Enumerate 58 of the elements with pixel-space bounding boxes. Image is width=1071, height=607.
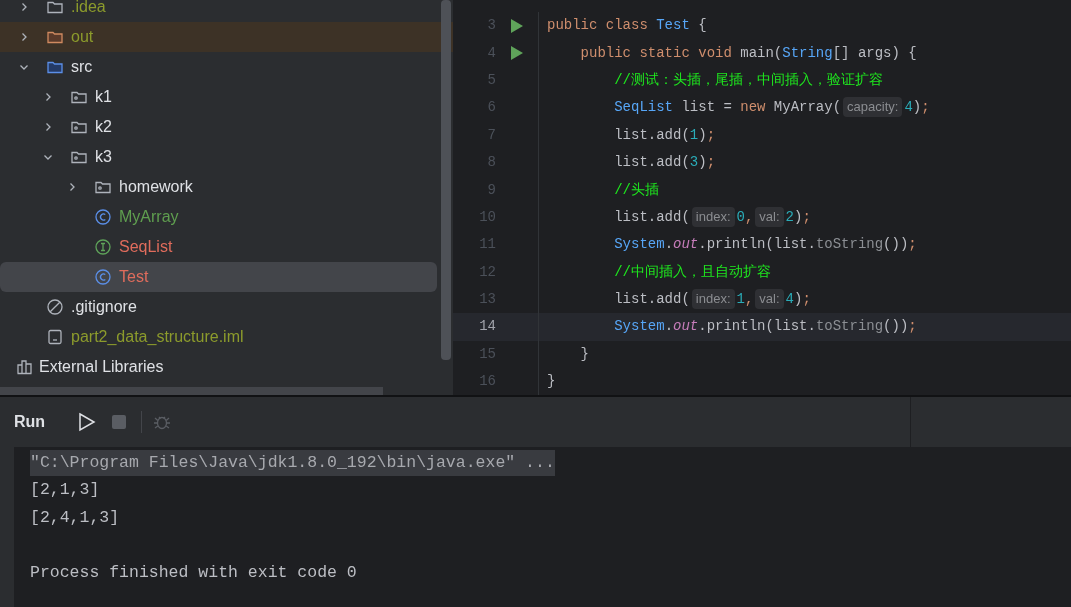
run-icon[interactable] (510, 17, 524, 34)
parameter-hint: val: (755, 206, 784, 227)
play-icon[interactable] (78, 412, 97, 432)
library-icon (16, 358, 34, 376)
parameter-hint: index: (691, 206, 735, 227)
run-icon[interactable] (510, 45, 524, 62)
class-icon (94, 268, 112, 286)
tree-item[interactable]: k3 (0, 142, 453, 172)
parameter-hint: capacity: (843, 97, 903, 118)
tree-item[interactable]: k1 (0, 82, 453, 112)
tree-item[interactable]: SeqList (0, 232, 453, 262)
run-tab[interactable]: Run (14, 410, 46, 434)
tree-item-label: Test (119, 267, 149, 287)
tree-item[interactable]: out (0, 22, 453, 52)
code-text: } (579, 344, 589, 364)
tree-item-label: k2 (95, 117, 112, 137)
code-text: SeqList list = new MyArray( capacity: 4); (613, 97, 930, 119)
console-line: [2,1,3] (30, 479, 100, 502)
tree-item-label: .gitignore (71, 297, 137, 317)
tree-item-label: SeqList (119, 237, 173, 257)
interface-icon (94, 238, 112, 256)
code-text: //中间插入，且自动扩容 (613, 262, 771, 282)
tree-item[interactable]: .idea (0, 0, 453, 22)
console-line: [2,4,1,3] (30, 506, 120, 529)
tree-item-label: homework (119, 177, 193, 197)
code-text: list.add(1); (613, 125, 716, 145)
code-text: System.out.println(list.toString()); (613, 317, 917, 337)
folder-icon (46, 0, 64, 16)
code-text: public static void main(String[] args) { (579, 43, 917, 63)
tree-item-label: .idea (71, 0, 106, 17)
tree-item[interactable]: External Libraries (0, 352, 453, 382)
code-text: } (547, 372, 556, 392)
parameter-hint: val: (755, 289, 784, 310)
code-text: list.add( index: 0, val: 2); (613, 206, 811, 228)
class-icon (94, 208, 112, 226)
tree-item-label: out (71, 27, 94, 47)
module-file-icon (46, 328, 64, 346)
tree-item[interactable]: MyArray (0, 202, 453, 232)
code-text: list.add(3); (613, 153, 716, 173)
tree-item-label: k1 (95, 87, 112, 107)
tree-item-label: k3 (95, 147, 112, 167)
tree-item-label: part2_data_structure.iml (71, 327, 244, 347)
code-text: //测试：头插，尾插，中间插入，验证扩容 (613, 70, 883, 90)
tree-item[interactable]: .gitignore (0, 292, 453, 322)
tree-item-label: MyArray (119, 207, 179, 227)
parameter-hint: index: (691, 289, 735, 310)
line-number: 14 (478, 317, 496, 337)
tree-item[interactable]: homework (0, 172, 453, 202)
tree-item[interactable]: src (0, 52, 453, 82)
prohibited-icon (46, 298, 64, 316)
tree-item-label: src (71, 57, 93, 77)
code-text: list.add( index: 1, val: 4); (613, 289, 811, 311)
code-text: //头插 (613, 180, 659, 200)
code-text: System.out.println(list.toString()); (613, 235, 917, 255)
console-line: Process finished with exit code 0 (30, 561, 357, 584)
code-text: public class Test { (547, 16, 707, 36)
tree-item[interactable]: k2 (0, 112, 453, 142)
tree-item[interactable]: part2_data_structure.iml (0, 322, 453, 352)
